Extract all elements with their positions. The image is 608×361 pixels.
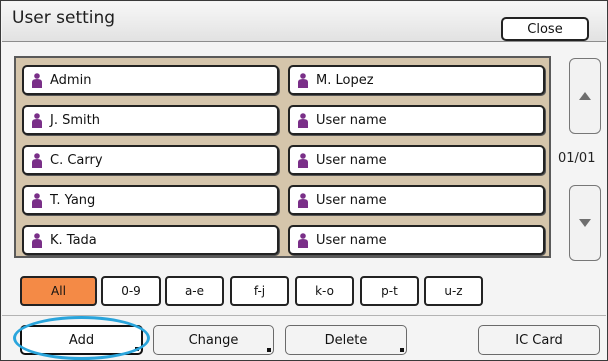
delete-button[interactable]: Delete [285, 325, 407, 355]
user-button-m-lopez[interactable]: M. Lopez [288, 65, 545, 95]
filter-p-t[interactable]: p-t [360, 276, 419, 306]
change-button[interactable]: Change [153, 325, 274, 355]
user-name-label: User name [316, 193, 387, 208]
user-button-admin[interactable]: Admin [22, 65, 279, 95]
user-button-j-smith[interactable]: J. Smith [22, 105, 279, 135]
user-icon [298, 73, 308, 88]
change-button-label: Change [188, 332, 239, 348]
filter-all[interactable]: All [20, 276, 97, 306]
user-button-k-tada[interactable]: K. Tada [22, 225, 279, 255]
user-icon [298, 113, 308, 128]
user-icon [32, 113, 42, 128]
user-name-label: K. Tada [50, 233, 97, 248]
user-icon [298, 233, 308, 248]
ic-card-button[interactable]: IC Card [478, 325, 600, 355]
submenu-indicator-icon [400, 348, 404, 352]
user-icon [32, 193, 42, 208]
user-icon [32, 153, 42, 168]
triangle-up-icon [579, 92, 591, 100]
filter-0-9[interactable]: 0-9 [101, 276, 161, 306]
ic-card-button-label: IC Card [515, 332, 563, 348]
user-name-label: User name [316, 153, 387, 168]
scroll-down-button[interactable] [569, 185, 601, 261]
add-button[interactable]: Add [20, 325, 143, 355]
user-button-t-yang[interactable]: T. Yang [22, 185, 279, 215]
header-bar: User setting Close [2, 2, 606, 42]
user-button-user-name[interactable]: User name [288, 185, 545, 215]
user-setting-panel: User setting Close Admin M. Lopez J. Smi… [0, 0, 608, 361]
filter-k-o[interactable]: k-o [295, 276, 354, 306]
filter-f-j[interactable]: f-j [230, 276, 289, 306]
delete-button-label: Delete [324, 332, 368, 348]
filter-u-z[interactable]: u-z [424, 276, 483, 306]
submenu-indicator-icon [135, 347, 139, 351]
user-button-user-name[interactable]: User name [288, 105, 545, 135]
scroll-up-button[interactable] [569, 58, 601, 134]
user-icon [32, 233, 42, 248]
user-icon [32, 73, 42, 88]
divider [2, 315, 606, 316]
user-name-label: User name [316, 233, 387, 248]
user-name-label: C. Carry [50, 153, 103, 168]
user-name-label: Admin [50, 73, 92, 88]
user-button-user-name[interactable]: User name [288, 225, 545, 255]
user-icon [298, 193, 308, 208]
user-name-label: T. Yang [50, 193, 96, 208]
triangle-down-icon [579, 219, 591, 227]
close-button[interactable]: Close [501, 17, 589, 41]
user-icon [298, 153, 308, 168]
filter-a-e[interactable]: a-e [165, 276, 224, 306]
user-name-label: User name [316, 113, 387, 128]
submenu-indicator-icon [267, 348, 271, 352]
user-button-c-carry[interactable]: C. Carry [22, 145, 279, 175]
user-name-label: M. Lopez [316, 73, 374, 88]
user-name-label: J. Smith [50, 113, 100, 128]
page-title: User setting [12, 8, 116, 28]
user-button-user-name[interactable]: User name [288, 145, 545, 175]
page-indicator: 01/01 [558, 151, 596, 166]
add-button-label: Add [68, 332, 95, 348]
